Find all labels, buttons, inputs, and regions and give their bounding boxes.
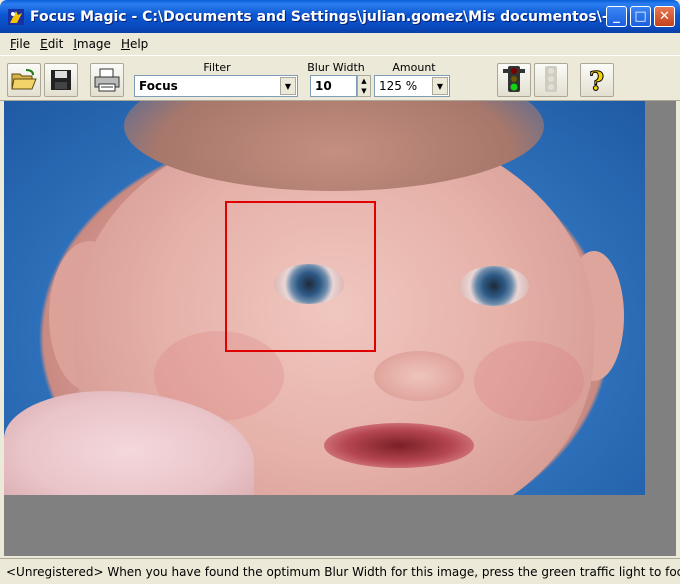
amount-dropdown-arrow-icon[interactable]: ▼ xyxy=(432,77,448,95)
stop-button[interactable] xyxy=(534,63,568,97)
focus-magic-app-icon[interactable] xyxy=(8,8,24,25)
filter-label: Filter xyxy=(203,61,231,74)
baby-photo[interactable] xyxy=(4,101,645,495)
window-title: Focus Magic - C:\Documents and Settings\… xyxy=(30,8,610,25)
menu-file-rest: ile xyxy=(16,37,31,51)
close-button[interactable]: ✕ xyxy=(654,6,675,27)
amount-value: 125 % xyxy=(379,79,418,93)
print-icon xyxy=(94,68,120,92)
menu-bar: File Edit Image Help xyxy=(0,33,680,55)
filter-value: Focus xyxy=(139,79,178,93)
status-text: <Unregistered> When you have found the o… xyxy=(6,564,680,579)
menu-image-rest: mage xyxy=(76,37,111,51)
save-button[interactable] xyxy=(44,63,78,97)
blur-width-spinner[interactable]: ▲ ▼ xyxy=(357,75,371,97)
image-workspace[interactable] xyxy=(4,101,676,556)
open-folder-icon xyxy=(11,69,37,90)
amount-label: Amount xyxy=(392,61,436,74)
help-question-icon: ? xyxy=(589,67,605,95)
spin-down-icon[interactable]: ▼ xyxy=(358,86,370,96)
photo-nose xyxy=(374,351,464,401)
menu-help-accel: H xyxy=(120,37,130,51)
spin-up-icon[interactable]: ▲ xyxy=(358,76,370,86)
print-button[interactable] xyxy=(90,63,124,97)
menu-edit-accel: E xyxy=(40,37,48,51)
menu-edit[interactable]: Edit xyxy=(35,37,68,51)
green-traffic-light-icon xyxy=(503,66,525,92)
minimize-button[interactable]: _ xyxy=(606,6,627,27)
filter-select[interactable]: Focus ▼ xyxy=(134,75,298,97)
menu-image[interactable]: Image xyxy=(68,37,116,51)
photo-mouth xyxy=(324,423,474,468)
amount-select[interactable]: 125 % ▼ xyxy=(374,75,450,97)
disabled-traffic-light-icon xyxy=(545,66,557,92)
menu-help[interactable]: Help xyxy=(116,37,153,51)
blur-width-input[interactable]: 10 xyxy=(310,75,357,97)
blur-width-value: 10 xyxy=(315,79,332,93)
focus-go-button[interactable] xyxy=(497,63,531,97)
menu-help-rest: elp xyxy=(129,37,149,51)
focus-selection-box[interactable] xyxy=(225,201,376,352)
filter-dropdown-arrow-icon[interactable]: ▼ xyxy=(280,77,296,95)
toolbar: Filter Focus ▼ Blur Width 10 ▲ ▼ Amount … xyxy=(0,55,680,101)
photo-eye-right xyxy=(459,266,529,306)
menu-file[interactable]: File xyxy=(5,37,35,51)
open-button[interactable] xyxy=(7,63,41,97)
status-bar: <Unregistered> When you have found the o… xyxy=(0,558,680,584)
blur-width-label: Blur Width xyxy=(307,61,365,74)
help-button[interactable]: ? xyxy=(580,63,614,97)
title-bar[interactable]: Focus Magic - C:\Documents and Settings\… xyxy=(0,0,680,33)
photo-cheek-right xyxy=(474,341,584,421)
maximize-button[interactable]: □ xyxy=(630,6,651,27)
svg-text:?: ? xyxy=(589,67,604,94)
menu-edit-rest: dit xyxy=(47,37,64,51)
save-disk-icon xyxy=(51,70,71,90)
